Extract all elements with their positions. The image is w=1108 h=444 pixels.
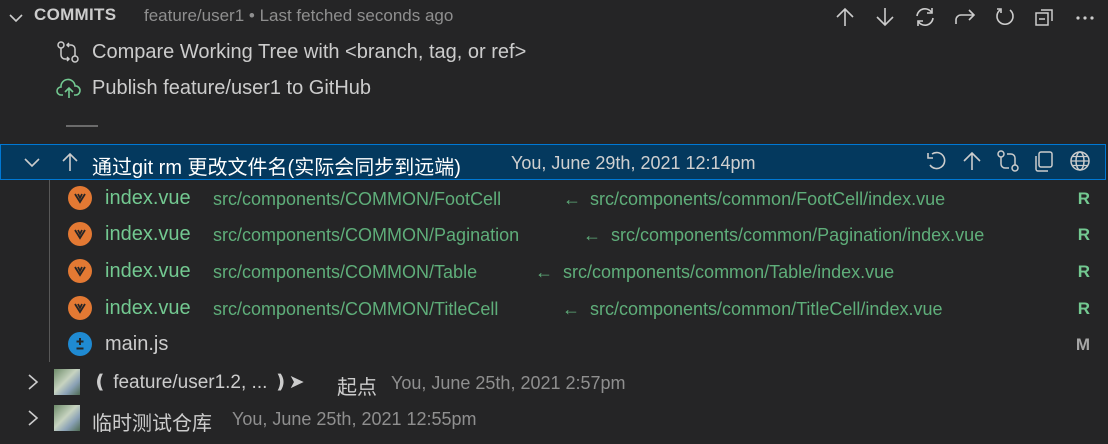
sync-icon[interactable] — [912, 5, 938, 29]
commit-message: 临时测试仓库 — [92, 413, 212, 435]
status-badge: R — [1077, 262, 1090, 281]
separator — [66, 125, 98, 127]
arrow-up-icon — [60, 151, 80, 179]
file-row[interactable]: main.js M — [0, 326, 1108, 362]
collapse-all-icon[interactable] — [1032, 5, 1058, 29]
rename-arrow: ← — [535, 262, 553, 282]
globe-icon[interactable] — [1067, 149, 1093, 173]
original-path: src/components/common/FootCell/index.vue — [590, 189, 946, 209]
original-path: src/components/common/Pagination/index.v… — [611, 225, 985, 245]
redo-icon[interactable] — [952, 5, 978, 29]
file-path: src/components/COMMON/Table — [213, 262, 478, 282]
chevron-down-icon[interactable] — [23, 154, 41, 177]
avatar — [54, 405, 80, 431]
commit-meta: You, June 29th, 2021 12:14pm — [511, 153, 756, 173]
avatar — [54, 369, 80, 395]
commit-message: 通过git rm 更改文件名(实际会同步到远端) — [92, 157, 461, 179]
original-path: src/components/common/Table/index.vue — [563, 262, 895, 282]
rename-arrow: ← — [583, 225, 601, 245]
more-icon[interactable] — [1072, 5, 1098, 29]
publish-branch-item[interactable]: Publish feature/user1 to GitHub — [0, 70, 1108, 106]
file-row[interactable]: index.vue src/components/COMMON/Table ← … — [0, 253, 1108, 289]
rename-arrow: ← — [563, 189, 581, 209]
compare-working-tree-item[interactable]: Compare Working Tree with <branch, tag, … — [0, 34, 1108, 70]
status-badge: R — [1077, 225, 1090, 244]
vue-file-icon — [68, 186, 92, 210]
file-name: main.js — [105, 333, 169, 355]
commit-row[interactable]: 临时测试仓库 You, June 25th, 2021 12:55pm — [0, 400, 1108, 436]
js-file-icon — [68, 332, 92, 356]
header-actions — [832, 5, 1098, 29]
file-row[interactable]: index.vue src/components/COMMON/FootCell… — [0, 180, 1108, 216]
status-badge: M — [1075, 335, 1090, 354]
refresh-icon[interactable] — [992, 5, 1018, 29]
compare-icon — [56, 40, 80, 70]
vue-file-icon — [68, 259, 92, 283]
vue-file-icon — [68, 296, 92, 320]
arrow-up-icon[interactable] — [959, 149, 985, 173]
arrow-down-icon[interactable] — [872, 5, 898, 29]
original-path: src/components/common/TitleCell/index.vu… — [590, 299, 943, 319]
file-name: index.vue — [105, 187, 191, 209]
vue-file-icon — [68, 222, 92, 246]
rename-arrow: ← — [562, 299, 580, 319]
branch-refs: ❪ feature/user1.2, ... ❫➤ — [92, 372, 305, 393]
commit-row[interactable]: ❪ feature/user1.2, ... ❫➤ 起点 You, June 2… — [0, 364, 1108, 400]
view-title: COMMITS — [34, 5, 117, 24]
chevron-down-icon[interactable] — [8, 9, 24, 32]
view-description: feature/user1 • Last fetched seconds ago — [144, 6, 454, 25]
publish-label: Publish feature/user1 to GitHub — [92, 77, 372, 99]
compare-label: Compare Working Tree with <branch, tag, … — [92, 41, 527, 63]
file-row[interactable]: index.vue src/components/COMMON/Paginati… — [0, 216, 1108, 252]
undo-icon[interactable] — [923, 149, 949, 173]
cloud-upload-icon — [56, 78, 82, 106]
file-path: src/components/COMMON/Pagination — [213, 225, 520, 245]
commit-meta: You, June 25th, 2021 12:55pm — [232, 409, 477, 429]
file-row[interactable]: index.vue src/components/COMMON/TitleCel… — [0, 290, 1108, 326]
commits-view-header[interactable]: COMMITS feature/user1 • Last fetched sec… — [0, 0, 1108, 33]
file-path: src/components/COMMON/FootCell — [213, 189, 502, 209]
status-badge: R — [1077, 189, 1090, 208]
chevron-right-icon[interactable] — [26, 373, 40, 397]
compare-icon[interactable] — [995, 149, 1021, 173]
commit-message: 起点 — [337, 377, 377, 399]
file-name: index.vue — [105, 297, 191, 319]
arrow-up-icon[interactable] — [832, 5, 858, 29]
file-path: src/components/COMMON/TitleCell — [213, 299, 499, 319]
chevron-right-icon[interactable] — [26, 409, 40, 433]
copy-icon[interactable] — [1031, 149, 1057, 173]
commit-row-selected[interactable]: 通过git rm 更改文件名(实际会同步到远端) You, June 29th,… — [0, 144, 1106, 180]
file-name: index.vue — [105, 260, 191, 282]
file-name: index.vue — [105, 223, 191, 245]
status-badge: R — [1077, 299, 1090, 318]
commit-actions — [923, 149, 1093, 173]
commit-meta: You, June 25th, 2021 2:57pm — [391, 373, 626, 393]
